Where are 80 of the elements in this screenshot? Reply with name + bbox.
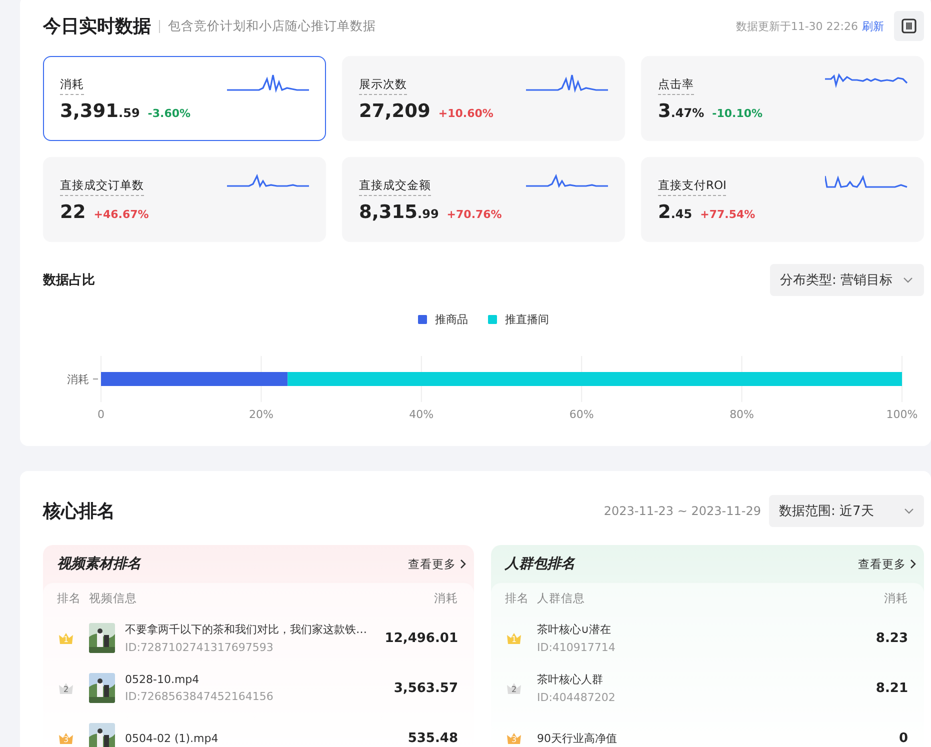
row-value: 3,563.57 — [394, 680, 458, 696]
metric-card[interactable]: 点击率 3.47% -10.10% — [641, 56, 924, 141]
tick-label: 40% — [409, 408, 434, 421]
row-id: ID:7268563847452164156 — [125, 690, 274, 703]
chevron-right-icon — [910, 559, 916, 569]
metric-card[interactable]: 直接成交金额 8,315.99 +70.76% — [342, 157, 625, 242]
column-header: 视频信息 — [89, 590, 138, 606]
change-value: +10.60% — [438, 107, 494, 120]
change-value: -3.60% — [148, 107, 191, 120]
section-subtitle: 包含竞价计划和小店随心推订单数据 — [168, 18, 376, 34]
metric-value: 3,391.59 — [60, 101, 140, 122]
dropdown[interactable]: 数据范围: 近7天 — [769, 495, 924, 527]
view-more-link[interactable]: 查看更多 — [408, 556, 466, 572]
tick-label: 100% — [886, 408, 918, 421]
metric-value: 2.45 — [658, 202, 692, 223]
rank-badge: 2 — [505, 681, 523, 695]
section-title: 今日实时数据 — [43, 15, 151, 38]
column-header: 排名 — [57, 590, 82, 606]
metric-label: 展示次数 — [359, 77, 407, 95]
chevron-right-icon — [460, 559, 466, 569]
rank-badge: 1 — [505, 631, 523, 645]
row-value: 8.23 — [876, 630, 908, 646]
panel-title: 视频素材排名 — [56, 555, 142, 574]
columns-button[interactable] — [894, 11, 924, 41]
metric-value: 22 — [60, 202, 86, 223]
row-name: 90天行业高净值 — [537, 730, 618, 746]
metric-label: 点击率 — [658, 77, 694, 95]
tick-label: 80% — [730, 408, 754, 421]
chevron-down-icon — [904, 508, 914, 514]
row-name: 茶叶核心∪潜在 — [537, 622, 612, 637]
view-more-link[interactable]: 查看更多 — [858, 556, 916, 572]
date-range: 2023-11-23 ~ 2023-11-29 — [604, 504, 761, 518]
metric-card[interactable]: 消耗 3,391.59 -3.60% — [43, 56, 326, 141]
row-id: ID:7287102741317697593 — [125, 641, 274, 654]
columns-icon — [901, 18, 917, 34]
metric-value: 27,209 — [359, 101, 430, 122]
metric-label: 直接支付ROI — [658, 178, 726, 196]
rank-badge: 3 — [57, 731, 75, 745]
row-name: 0504-02 (1).mp4 — [125, 732, 220, 744]
column-header: 排名 — [505, 590, 530, 606]
panel-title: 人群包排名 — [504, 555, 576, 574]
tick-label: 60% — [569, 408, 594, 421]
column-header: 人群信息 — [537, 590, 586, 606]
metric-card[interactable]: 展示次数 27,209 +10.60% — [342, 56, 625, 141]
row-value: 8.21 — [876, 680, 908, 696]
update-time: 数据更新于11-30 22:26 — [736, 18, 858, 34]
section-title: 核心排名 — [43, 500, 115, 523]
rank-badge: 2 — [57, 681, 75, 695]
chart-title: 数据占比 — [43, 272, 95, 289]
metric-value: 8,315.99 — [359, 202, 439, 223]
refresh-link[interactable]: 刷新 — [862, 18, 884, 34]
column-header: 消耗 — [434, 590, 458, 606]
row-value: 535.48 — [408, 730, 458, 746]
change-value: +77.54% — [700, 208, 756, 221]
metric-value: 3.47% — [658, 101, 704, 122]
metric-label: 消耗 — [60, 77, 84, 95]
row-id: ID:410917714 — [537, 641, 616, 654]
row-name: 茶叶核心人群 — [537, 672, 604, 687]
metric-card[interactable]: 直接成交订单数 22 +46.67% — [43, 157, 326, 242]
metric-label: 直接成交金额 — [359, 178, 431, 196]
legend-label: 推直播间 — [505, 312, 549, 326]
row-name: 0528-10.mp4 — [125, 673, 200, 686]
dropdown[interactable]: 分布类型: 营销目标 — [770, 264, 924, 296]
metric-label: 直接成交订单数 — [60, 178, 144, 196]
rank-badge: 3 — [505, 731, 523, 745]
row-name: 不要拿两千以下的茶和我们对比，我们家这款铁… — [125, 622, 368, 637]
column-header: 消耗 — [884, 590, 908, 606]
row-value: 12,496.01 — [384, 630, 458, 646]
change-value: +46.67% — [94, 208, 149, 221]
row-value: 0 — [898, 730, 908, 746]
tick-label: 20% — [248, 408, 274, 421]
change-value: -10.10% — [712, 107, 763, 120]
chevron-down-icon — [902, 277, 913, 283]
row-id: ID:404487202 — [537, 691, 616, 704]
legend-label: 推商品 — [435, 312, 468, 326]
axis-label: 消耗 — [67, 373, 89, 386]
change-value: +70.76% — [446, 208, 502, 221]
metric-card[interactable]: 直接支付ROI 2.45 +77.54% — [641, 157, 924, 242]
tick-label: 0 — [98, 408, 104, 421]
rank-badge: 1 — [57, 631, 75, 645]
